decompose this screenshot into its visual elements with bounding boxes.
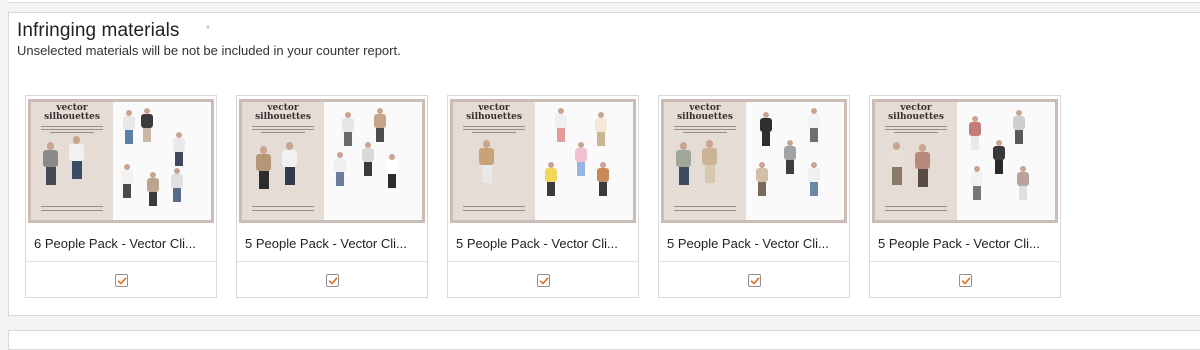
- include-material-checkbox[interactable]: [115, 274, 128, 287]
- checkmark-icon: [539, 277, 549, 285]
- checkmark-icon: [328, 277, 338, 285]
- include-material-checkbox[interactable]: [748, 274, 761, 287]
- thumbnail-title-text: vector silhouettes: [677, 103, 733, 122]
- section-title: Infringing materials: [17, 20, 180, 41]
- material-title: 6 People Pack - Vector Cli...: [34, 236, 196, 251]
- material-title: 5 People Pack - Vector Cli...: [456, 236, 618, 251]
- material-thumbnail: vector silhouettes: [28, 99, 214, 223]
- material-card[interactable]: vector silhouettes 5 People Pack - Vector…: [869, 95, 1061, 298]
- thumbnail-title-text: vector silhouettes: [888, 103, 944, 122]
- checkmark-icon: [117, 277, 127, 285]
- material-title: 5 People Pack - Vector Cli...: [245, 236, 407, 251]
- material-card[interactable]: vector silhouettes 5 People Pack - Vector…: [236, 95, 428, 298]
- required-indicator: *: [206, 24, 210, 35]
- previous-section-edge: [8, 0, 1200, 3]
- card-divider: [870, 261, 1060, 262]
- section-subtitle: Unselected materials will be not be incl…: [17, 43, 401, 58]
- thumbnail-title-text: vector silhouettes: [44, 103, 100, 122]
- card-divider: [659, 261, 849, 262]
- include-material-checkbox[interactable]: [959, 274, 972, 287]
- include-material-checkbox[interactable]: [326, 274, 339, 287]
- material-card[interactable]: vector silhouettes 5 People Pack - Vector…: [658, 95, 850, 298]
- material-title: 5 People Pack - Vector Cli...: [878, 236, 1040, 251]
- material-thumbnail: vector silhouettes: [450, 99, 636, 223]
- material-card[interactable]: vector silhouettes 5 People Pack - Vector…: [447, 95, 639, 298]
- material-thumbnail: vector silhouettes: [872, 99, 1058, 223]
- material-thumbnail: vector silhouettes: [239, 99, 425, 223]
- thumbnail-title-text: vector silhouettes: [255, 103, 311, 122]
- card-divider: [237, 261, 427, 262]
- checkmark-icon: [961, 277, 971, 285]
- material-thumbnail: vector silhouettes: [661, 99, 847, 223]
- thumbnail-title-text: vector silhouettes: [466, 103, 522, 122]
- include-material-checkbox[interactable]: [537, 274, 550, 287]
- material-title: 5 People Pack - Vector Cli...: [667, 236, 829, 251]
- material-card[interactable]: vector silhouettes 6 People Pack - Vector…: [25, 95, 217, 298]
- card-divider: [26, 261, 216, 262]
- next-section-edge: [8, 330, 1200, 350]
- checkmark-icon: [750, 277, 760, 285]
- card-divider: [448, 261, 638, 262]
